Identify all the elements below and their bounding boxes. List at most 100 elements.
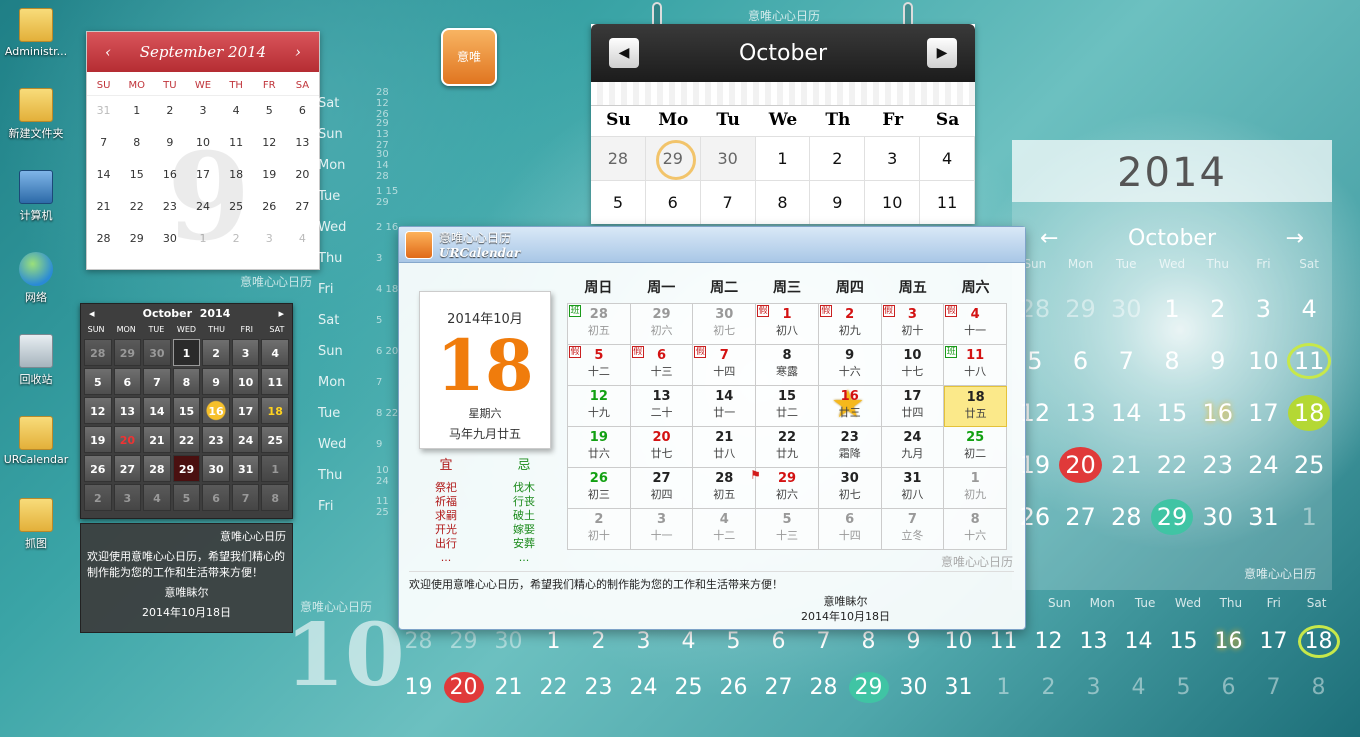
day-cell[interactable]: 20 <box>113 426 142 453</box>
day-cell[interactable]: 8 <box>261 484 289 511</box>
day-cell[interactable]: 24 九月 <box>881 427 945 468</box>
day-cell[interactable]: 1 <box>1286 491 1332 543</box>
day-cell[interactable]: 7 <box>1103 335 1149 387</box>
day-cell[interactable]: 28 <box>87 224 120 256</box>
day-cell[interactable]: 29 <box>113 339 142 366</box>
day-cell[interactable]: 5 <box>253 96 286 128</box>
day-cell[interactable]: 21 <box>87 192 120 224</box>
strip-day[interactable]: 15 <box>1161 622 1206 662</box>
next-month-button[interactable]: ▶ <box>926 38 957 68</box>
desktop-icon-2[interactable]: 计算机 <box>0 170 72 223</box>
day-cell[interactable]: 28 <box>143 455 171 482</box>
day-cell[interactable]: 26 <box>84 455 112 482</box>
day-cell[interactable]: 23 <box>202 426 230 453</box>
day-cell[interactable]: 假 2 初九 <box>818 304 882 345</box>
day-cell[interactable]: 班 11 十八 <box>944 345 1007 386</box>
arrow-right-icon[interactable]: → <box>1286 226 1304 251</box>
day-cell[interactable]: 16 <box>1195 387 1241 439</box>
day-cell[interactable]: 3 十一 <box>630 509 694 550</box>
day-cell[interactable]: 10 <box>231 368 260 395</box>
day-cell[interactable]: 2 <box>202 339 230 366</box>
prev-month-button[interactable]: ‹ <box>105 43 111 61</box>
day-cell[interactable]: 13 <box>1058 387 1104 439</box>
day-cell[interactable]: 30 <box>1195 491 1241 543</box>
day-cell[interactable]: 31 初八 <box>881 468 945 509</box>
day-cell[interactable]: 2 <box>84 484 112 511</box>
day-cell[interactable]: 3 <box>113 484 142 511</box>
day-cell[interactable]: 27 <box>286 192 319 224</box>
day-cell[interactable]: 12 <box>84 397 112 424</box>
day-cell[interactable]: 15 <box>1149 387 1195 439</box>
day-cell[interactable]: 12 <box>253 128 286 160</box>
day-cell[interactable]: 12 十九 <box>568 386 631 427</box>
day-cell[interactable]: 11 <box>920 180 975 224</box>
day-cell[interactable]: 假 6 十三 <box>630 345 694 386</box>
day-cell[interactable]: 26 初三 <box>568 468 631 509</box>
day-cell[interactable]: 6 <box>286 96 319 128</box>
day-cell[interactable]: 25 初二 <box>944 427 1007 468</box>
day-cell[interactable]: 5 <box>84 368 112 395</box>
day-cell[interactable]: 9 <box>1195 335 1241 387</box>
day-cell[interactable]: 31 <box>1241 491 1287 543</box>
prev-month-button[interactable]: ◂ <box>89 307 95 320</box>
strip-day[interactable]: 20 <box>441 668 486 708</box>
day-cell[interactable]: 17 <box>231 397 260 424</box>
strip-day[interactable]: 7 <box>1251 668 1296 708</box>
day-cell[interactable]: 2 <box>153 96 186 128</box>
day-cell[interactable]: 9 十六 <box>818 345 882 386</box>
day-cell[interactable]: 30 <box>143 339 171 366</box>
desktop-icon-5[interactable]: URCalendar <box>0 416 72 466</box>
desktop-icon-1[interactable]: 新建文件夹 <box>0 88 72 141</box>
strip-day[interactable]: 4 <box>1116 668 1161 708</box>
strip-day[interactable]: 18 <box>1296 622 1341 662</box>
day-cell[interactable]: 3 <box>253 224 286 256</box>
day-cell[interactable]: 假 5 十二 <box>568 345 631 386</box>
day-cell[interactable]: 3 <box>231 339 260 366</box>
day-cell[interactable]: 28 <box>1103 491 1149 543</box>
desktop-icon-6[interactable]: 抓图 <box>0 498 72 551</box>
day-cell[interactable]: 22 <box>172 426 201 453</box>
day-cell[interactable]: 8 <box>755 180 811 224</box>
strip-day[interactable]: 2 <box>1026 668 1071 708</box>
day-cell[interactable]: 5 <box>172 484 201 511</box>
day-cell[interactable]: 班 28 初五 <box>568 304 631 345</box>
strip-day[interactable]: 30 <box>891 668 936 708</box>
day-cell[interactable]: 7 立冬 <box>881 509 945 550</box>
day-cell[interactable]: 5 <box>591 180 646 224</box>
strip-day[interactable]: 16 <box>1206 622 1251 662</box>
star-day-cell[interactable]: 16 <box>202 397 230 424</box>
day-cell[interactable]: 4 <box>261 339 289 366</box>
day-cell[interactable]: 31 <box>231 455 260 482</box>
day-cell[interactable]: 3 <box>1241 283 1287 335</box>
day-cell[interactable]: 2 <box>1195 283 1241 335</box>
arrow-left-icon[interactable]: ← <box>1040 226 1058 251</box>
day-cell[interactable]: 30 <box>1103 283 1149 335</box>
desktop-icon-0[interactable]: Administr... <box>0 8 72 58</box>
day-cell[interactable]: 29 初六 <box>630 304 694 345</box>
day-cell[interactable]: 4 <box>286 224 319 256</box>
day-cell[interactable]: 19 <box>84 426 112 453</box>
day-cell[interactable]: 4 <box>1286 283 1332 335</box>
day-cell[interactable]: 3 <box>865 136 921 180</box>
day-cell[interactable]: 21 廿八 <box>693 427 757 468</box>
day-cell[interactable]: 27 <box>1058 491 1104 543</box>
day-cell[interactable]: 4 <box>920 136 975 180</box>
day-cell[interactable]: 20 <box>1058 439 1104 491</box>
strip-day[interactable]: 24 <box>621 668 666 708</box>
day-cell[interactable]: 29 <box>120 224 153 256</box>
day-cell[interactable]: 31 <box>87 96 120 128</box>
day-cell[interactable]: 23 霜降 <box>818 427 882 468</box>
strip-day[interactable]: 26 <box>711 668 756 708</box>
day-cell[interactable]: 26 <box>253 192 286 224</box>
day-cell[interactable]: 假 7 十四 <box>693 345 757 386</box>
day-cell[interactable]: 28 <box>591 136 646 180</box>
strip-day[interactable]: 21 <box>486 668 531 708</box>
day-cell[interactable]: 8 <box>1149 335 1195 387</box>
day-cell[interactable]: 10 <box>865 180 921 224</box>
day-cell[interactable]: 21 <box>143 426 171 453</box>
day-cell[interactable]: 10 <box>1241 335 1287 387</box>
day-cell[interactable]: 15 <box>172 397 201 424</box>
day-cell[interactable]: 22 廿九 <box>756 427 819 468</box>
next-month-button[interactable]: › <box>295 43 301 61</box>
day-cell[interactable]: 6 <box>113 368 142 395</box>
